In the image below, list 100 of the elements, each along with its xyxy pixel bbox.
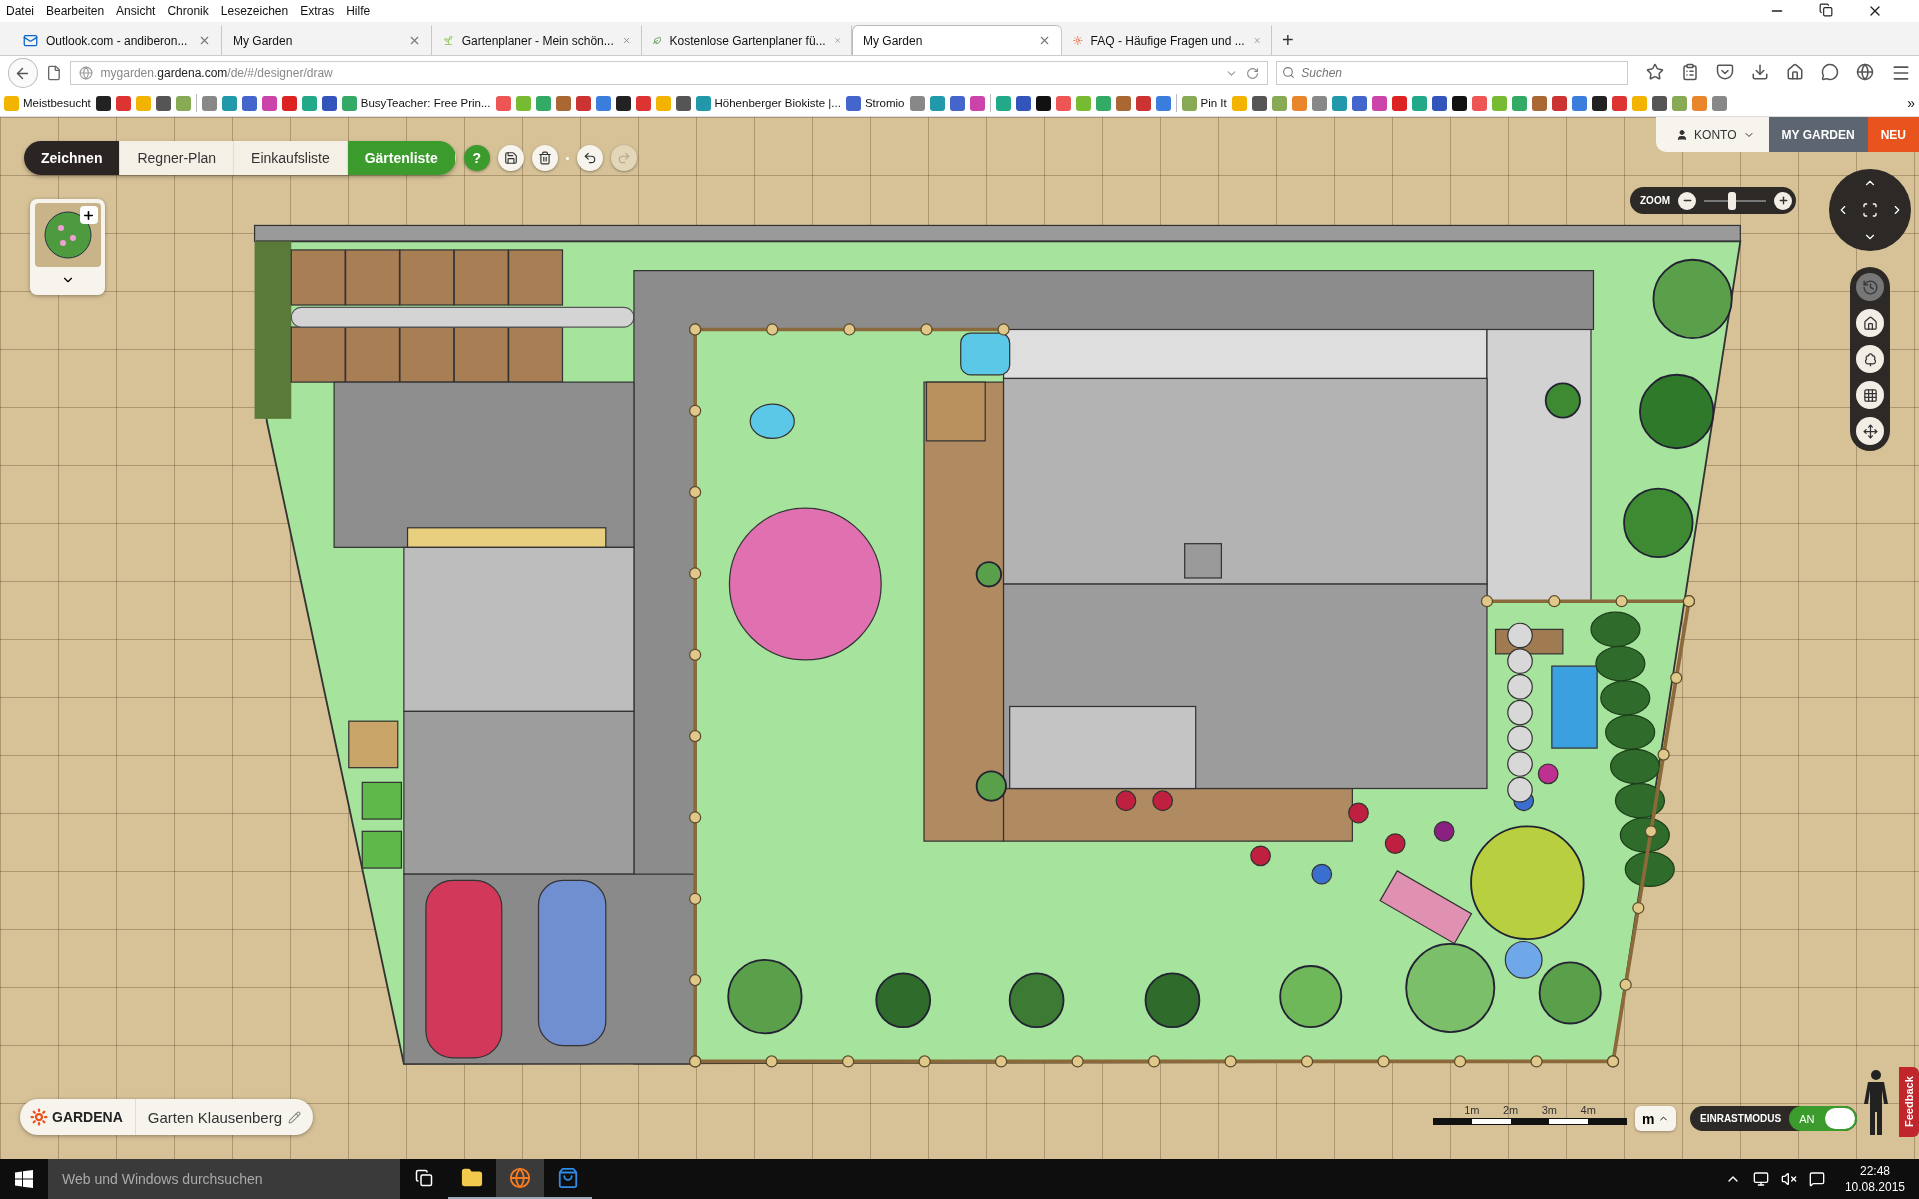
unit-button[interactable]: m: [1635, 1106, 1677, 1131]
task-view-icon: [415, 1169, 433, 1187]
zoom-out-button[interactable]: [1678, 191, 1696, 210]
menu-item[interactable]: Ansicht: [116, 4, 156, 18]
mail-icon: [23, 33, 38, 48]
reload-icon[interactable]: [1246, 66, 1260, 80]
browser-tab[interactable]: FAQ - Häufige Fragen und ...: [1062, 25, 1272, 55]
address-field[interactable]: mygarden.gardena.com/de/#/designer/draw: [69, 61, 1269, 85]
browser-tab[interactable]: Gartenplaner - Mein schön...: [432, 25, 642, 55]
windows-logo-icon: [15, 1170, 33, 1188]
clock-time: 22:48: [1859, 1164, 1890, 1178]
new-tab-button[interactable]: +: [1272, 25, 1304, 55]
tree-icon: [1862, 351, 1878, 367]
add-button[interactable]: [79, 206, 98, 224]
mode-tab[interactable]: Zeichnen: [24, 141, 121, 175]
globe-icon[interactable]: [1856, 63, 1874, 81]
menu-item[interactable]: Chronik: [167, 4, 209, 18]
search-field[interactable]: Suchen: [1276, 61, 1628, 85]
network-icon[interactable]: [1752, 1171, 1769, 1187]
plan-button[interactable]: [1856, 417, 1884, 445]
grid-icon: [1862, 387, 1878, 403]
fit-view-button[interactable]: [1862, 202, 1878, 218]
sun-icon: [1073, 33, 1083, 48]
mode-tab[interactable]: Gärtenliste: [347, 141, 456, 175]
browser-tab[interactable]: My Garden: [222, 25, 432, 55]
chat-icon[interactable]: [1821, 63, 1839, 81]
menu-item[interactable]: Extras: [300, 4, 335, 18]
plus-icon: [1777, 195, 1789, 206]
restore-icon[interactable]: [1819, 3, 1833, 17]
tree-button[interactable]: [1856, 345, 1884, 373]
scale-label: 4m: [1579, 1104, 1597, 1116]
bookmark-icon[interactable]: [615, 95, 631, 111]
bookmark-icon[interactable]: [1431, 95, 1447, 111]
bookmark-icon[interactable]: [155, 95, 171, 111]
clock-date: 10.08.2015: [1844, 1180, 1905, 1194]
bookmark-icon[interactable]: [1251, 95, 1267, 111]
undo-button[interactable]: [576, 145, 603, 171]
bookmark-icon[interactable]: [1035, 95, 1051, 111]
bookmark-icon[interactable]: [95, 95, 111, 111]
menu-item[interactable]: Hilfe: [346, 4, 371, 18]
snap-toggle[interactable]: AN: [1789, 1106, 1858, 1131]
bookmark-icon[interactable]: [1451, 95, 1467, 111]
notifications-icon[interactable]: [1808, 1171, 1825, 1187]
tab-title: Kostenlose Gartenplaner fü...: [669, 33, 826, 48]
home-icon[interactable]: [1786, 63, 1804, 81]
clipboard-icon[interactable]: [1681, 63, 1699, 81]
taskbar-search-field[interactable]: Web und Windows durchsuchen: [48, 1159, 400, 1199]
browser-tab[interactable]: Outlook.com - andiberon...: [12, 25, 222, 55]
bookmark-link[interactable]: Meistbesucht: [4, 95, 91, 111]
globe-icon: [509, 1167, 531, 1189]
my-garden-button[interactable]: MY GARDEN: [1768, 117, 1868, 152]
menu-item[interactable]: Lesezeichen: [220, 4, 289, 18]
brand-name: GARDENA: [52, 1109, 123, 1125]
bookmark-star-icon[interactable]: [1646, 63, 1664, 81]
menu-icon[interactable]: [1891, 63, 1911, 83]
tab-title: Gartenplaner - Mein schön...: [461, 33, 614, 48]
download-icon[interactable]: [1751, 63, 1769, 81]
help-button[interactable]: ?: [463, 145, 490, 171]
menu-item[interactable]: Bearbeiten: [46, 4, 105, 18]
plant-card[interactable]: [30, 199, 105, 295]
menu-item[interactable]: Datei: [6, 4, 34, 18]
account-button[interactable]: KONTO: [1656, 117, 1769, 152]
favicon-icon: [695, 95, 711, 111]
zoom-slider-thumb[interactable]: [1727, 191, 1736, 210]
globe-icon: [78, 66, 93, 80]
delete-button[interactable]: [531, 145, 558, 171]
bookmark-icon[interactable]: [1651, 95, 1667, 111]
firefox-button[interactable]: [496, 1159, 544, 1199]
new-button[interactable]: NEU: [1867, 117, 1919, 152]
mode-tab[interactable]: Regner-Plan: [120, 141, 235, 175]
mode-tab[interactable]: Einkaufsliste: [234, 141, 348, 175]
bookmarks-overflow-button[interactable]: »: [1907, 95, 1915, 111]
grid-button[interactable]: [1856, 381, 1884, 409]
clock[interactable]: 22:48 10.08.2015: [1844, 1164, 1905, 1194]
bookmark-link[interactable]: Stromio: [845, 95, 905, 111]
tab-title: Outlook.com - andiberon...: [46, 33, 189, 48]
back-button[interactable]: [8, 58, 38, 88]
favicon-icon: [1181, 95, 1197, 111]
shopping-bag-icon: [557, 1167, 579, 1189]
bookmark-icon[interactable]: [321, 95, 337, 111]
house-button[interactable]: [1856, 309, 1884, 337]
volume-muted-icon[interactable]: [1780, 1171, 1797, 1187]
favicon-icon: [845, 95, 861, 111]
history-icon: [1861, 278, 1879, 296]
bookmark-link[interactable]: Pin It: [1181, 95, 1227, 111]
scale-label: 2m: [1501, 1104, 1520, 1116]
snap-label: EINRASTMODUS: [1700, 1113, 1782, 1124]
bookmark-link[interactable]: BusyTeacher: Free Prin...: [341, 95, 491, 111]
browser-tab[interactable]: My Garden: [852, 25, 1062, 55]
house-icon: [1862, 315, 1878, 331]
feedback-button[interactable]: Feedback: [1899, 1067, 1919, 1137]
pocket-icon[interactable]: [1716, 63, 1734, 81]
zoom-in-button[interactable]: [1774, 191, 1792, 210]
user-icon: [1676, 128, 1689, 141]
bookmark-icon[interactable]: [675, 95, 691, 111]
bookmark-icon[interactable]: [1015, 95, 1031, 111]
trash-icon: [537, 151, 552, 165]
bookmark-icon[interactable]: [1591, 95, 1607, 111]
bookmark-link[interactable]: Höhenberger Biokiste |...: [695, 95, 841, 111]
save-button[interactable]: [497, 145, 524, 171]
